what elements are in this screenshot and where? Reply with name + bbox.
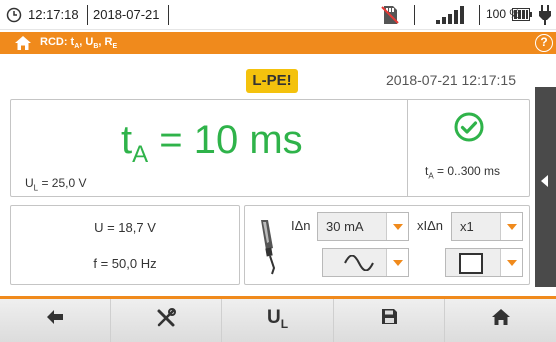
status-bar: 12:17:18 2018-07-21 100 % — [0, 0, 556, 30]
idn-value: 30 mA — [326, 219, 364, 234]
measurement-datetime: 2018-07-21 12:17:15 — [386, 72, 516, 88]
home-icon — [445, 308, 556, 332]
circuit-badge: L-PE! — [246, 69, 298, 93]
status-date: 2018-07-21 — [93, 7, 160, 22]
chevron-down-icon — [500, 213, 522, 240]
side-panel-toggle[interactable] — [535, 87, 556, 287]
power-plug-icon — [538, 5, 552, 25]
idn-label: IΔn — [291, 218, 311, 233]
waveform-dropdown[interactable] — [322, 248, 409, 277]
tools-icon — [111, 308, 221, 334]
status-separator — [414, 5, 415, 25]
rcd-type-standard-icon — [459, 253, 483, 274]
bottom-toolbar: UL — [0, 296, 556, 342]
chevron-left-icon — [541, 175, 548, 187]
battery-icon — [512, 8, 532, 21]
home-icon[interactable] — [14, 35, 32, 51]
ul-limit: UL = 25,0 V — [25, 176, 87, 193]
clock-icon — [6, 7, 22, 23]
rcd-probe-icon — [255, 218, 283, 276]
status-separator — [479, 5, 480, 25]
back-button[interactable] — [0, 299, 111, 342]
save-button[interactable] — [334, 299, 445, 342]
result-panel: tA = 10 ms UL = 25,0 V tA = 0..300 ms — [10, 99, 530, 197]
settings-button[interactable] — [111, 299, 222, 342]
idn-dropdown[interactable]: 30 mA — [317, 212, 409, 241]
signal-strength-icon — [436, 6, 470, 24]
pass-check-icon — [454, 112, 484, 142]
chevron-down-icon — [500, 249, 522, 276]
chevron-down-icon — [386, 213, 408, 240]
trip-time-range: tA = 0..300 ms — [425, 164, 501, 181]
ul-limit-button[interactable]: UL — [222, 299, 334, 342]
home-button[interactable] — [445, 299, 556, 342]
arrow-left-icon — [0, 308, 110, 331]
status-separator — [168, 5, 169, 25]
page-title: RCD: tA, UB, RE — [40, 36, 118, 51]
multiplier-dropdown[interactable]: x1 — [451, 212, 523, 241]
frequency-reading: f = 50,0 Hz — [93, 256, 157, 271]
save-icon — [334, 308, 444, 331]
help-button[interactable]: ? — [535, 34, 553, 52]
multiplier-label: xIΔn — [417, 218, 444, 233]
no-memory-card-icon — [381, 5, 399, 25]
multiplier-value: x1 — [460, 219, 474, 234]
voltage-reading: U = 18,7 V — [94, 220, 156, 235]
sine-wave-icon — [343, 254, 375, 272]
ul-label: UL — [266, 307, 289, 331]
chevron-down-icon — [386, 249, 408, 276]
title-bar: RCD: tA, UB, RE ? — [0, 32, 556, 54]
settings-panel: IΔn 30 mA xIΔn x1 — [244, 205, 530, 285]
trip-time-value: tA = 10 ms — [121, 118, 303, 168]
measurement-panel: U = 18,7 V f = 50,0 Hz — [10, 205, 240, 285]
rcd-type-dropdown[interactable] — [445, 248, 523, 277]
status-separator — [87, 5, 88, 25]
result-divider — [407, 100, 408, 196]
status-time: 12:17:18 — [28, 7, 79, 22]
